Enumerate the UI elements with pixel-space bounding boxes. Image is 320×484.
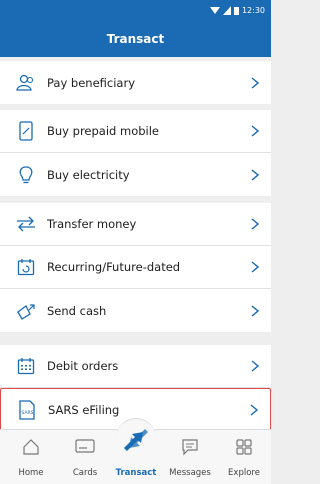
tab-cards[interactable]: Cards <box>58 430 112 484</box>
mobile-icon <box>16 121 36 141</box>
tab-messages[interactable]: Messages <box>163 430 217 484</box>
tab-label: Cards <box>72 468 98 478</box>
menu-item-recurring-future-dated[interactable]: Recurring/Future-dated <box>0 246 271 289</box>
transact-arrows-icon <box>124 429 148 451</box>
tab-label: Home <box>18 468 44 478</box>
menu-item-buy-prepaid-mobile[interactable]: Buy prepaid mobile <box>0 110 271 153</box>
lightbulb-icon <box>16 165 36 185</box>
chevron-right-icon <box>251 360 259 372</box>
menu-item-label: Buy prepaid mobile <box>47 124 159 138</box>
tab-label: Explore <box>228 468 260 478</box>
group-transfer: Transfer money Recurring/Future-dated Se… <box>0 203 271 332</box>
chevron-right-icon <box>251 218 259 230</box>
battery-icon <box>233 7 239 15</box>
card-icon <box>75 439 95 453</box>
chevron-right-icon <box>250 404 258 416</box>
chevron-right-icon <box>251 304 259 317</box>
people-icon <box>16 73 36 93</box>
tab-label: Messages <box>169 468 211 478</box>
chevron-right-icon <box>251 168 259 181</box>
message-icon <box>182 439 198 456</box>
menu-item-label: Buy electricity <box>47 167 130 182</box>
chevron-right-icon <box>251 76 259 89</box>
status-time: 12:30 <box>241 6 265 15</box>
menu-item-label: Transfer money <box>47 217 137 231</box>
menu-item-label: SARS eFiling <box>48 403 120 417</box>
menu-item-label: Send cash <box>47 303 107 318</box>
tab-explore[interactable]: Explore <box>217 430 271 484</box>
menu-item-send-cash[interactable]: Send cash <box>0 289 271 332</box>
signal-icon <box>222 6 231 15</box>
group-buy: Buy prepaid mobile Buy electricity <box>0 110 271 196</box>
transfer-arrows-icon <box>16 214 36 234</box>
sars-icon-text: SARS <box>22 410 34 416</box>
send-cash-icon <box>16 301 36 321</box>
wifi-icon <box>209 7 220 14</box>
group-pay: Pay beneficiary <box>0 61 271 104</box>
calendar-grid-icon <box>16 356 36 376</box>
home-icon <box>23 439 39 455</box>
status-bar: 12:30 <box>209 6 265 15</box>
grid-icon <box>236 439 252 455</box>
chevron-right-icon <box>251 261 259 273</box>
bottom-tab-bar: Home Cards Transact Messages Explore <box>0 418 271 484</box>
menu-item-label: Recurring/Future-dated <box>47 260 181 274</box>
calendar-repeat-icon <box>16 257 36 277</box>
page-title: Transact <box>106 32 165 46</box>
menu-item-pay-beneficiary[interactable]: Pay beneficiary <box>0 61 271 104</box>
menu-item-transfer-money[interactable]: Transfer money <box>0 203 271 246</box>
app-header: 12:30 Transact <box>0 0 271 57</box>
menu-item-label: Pay beneficiary <box>47 75 136 90</box>
tab-home[interactable]: Home <box>4 430 58 484</box>
menu-item-label: Debit orders <box>47 359 119 373</box>
tab-label: Transact <box>115 468 157 478</box>
sars-document-icon: SARS <box>17 400 37 420</box>
tab-transact[interactable]: Transact <box>109 429 163 484</box>
chevron-right-icon <box>251 125 259 137</box>
menu-item-debit-orders[interactable]: Debit orders <box>0 345 271 388</box>
menu-item-buy-electricity[interactable]: Buy electricity <box>0 153 271 196</box>
